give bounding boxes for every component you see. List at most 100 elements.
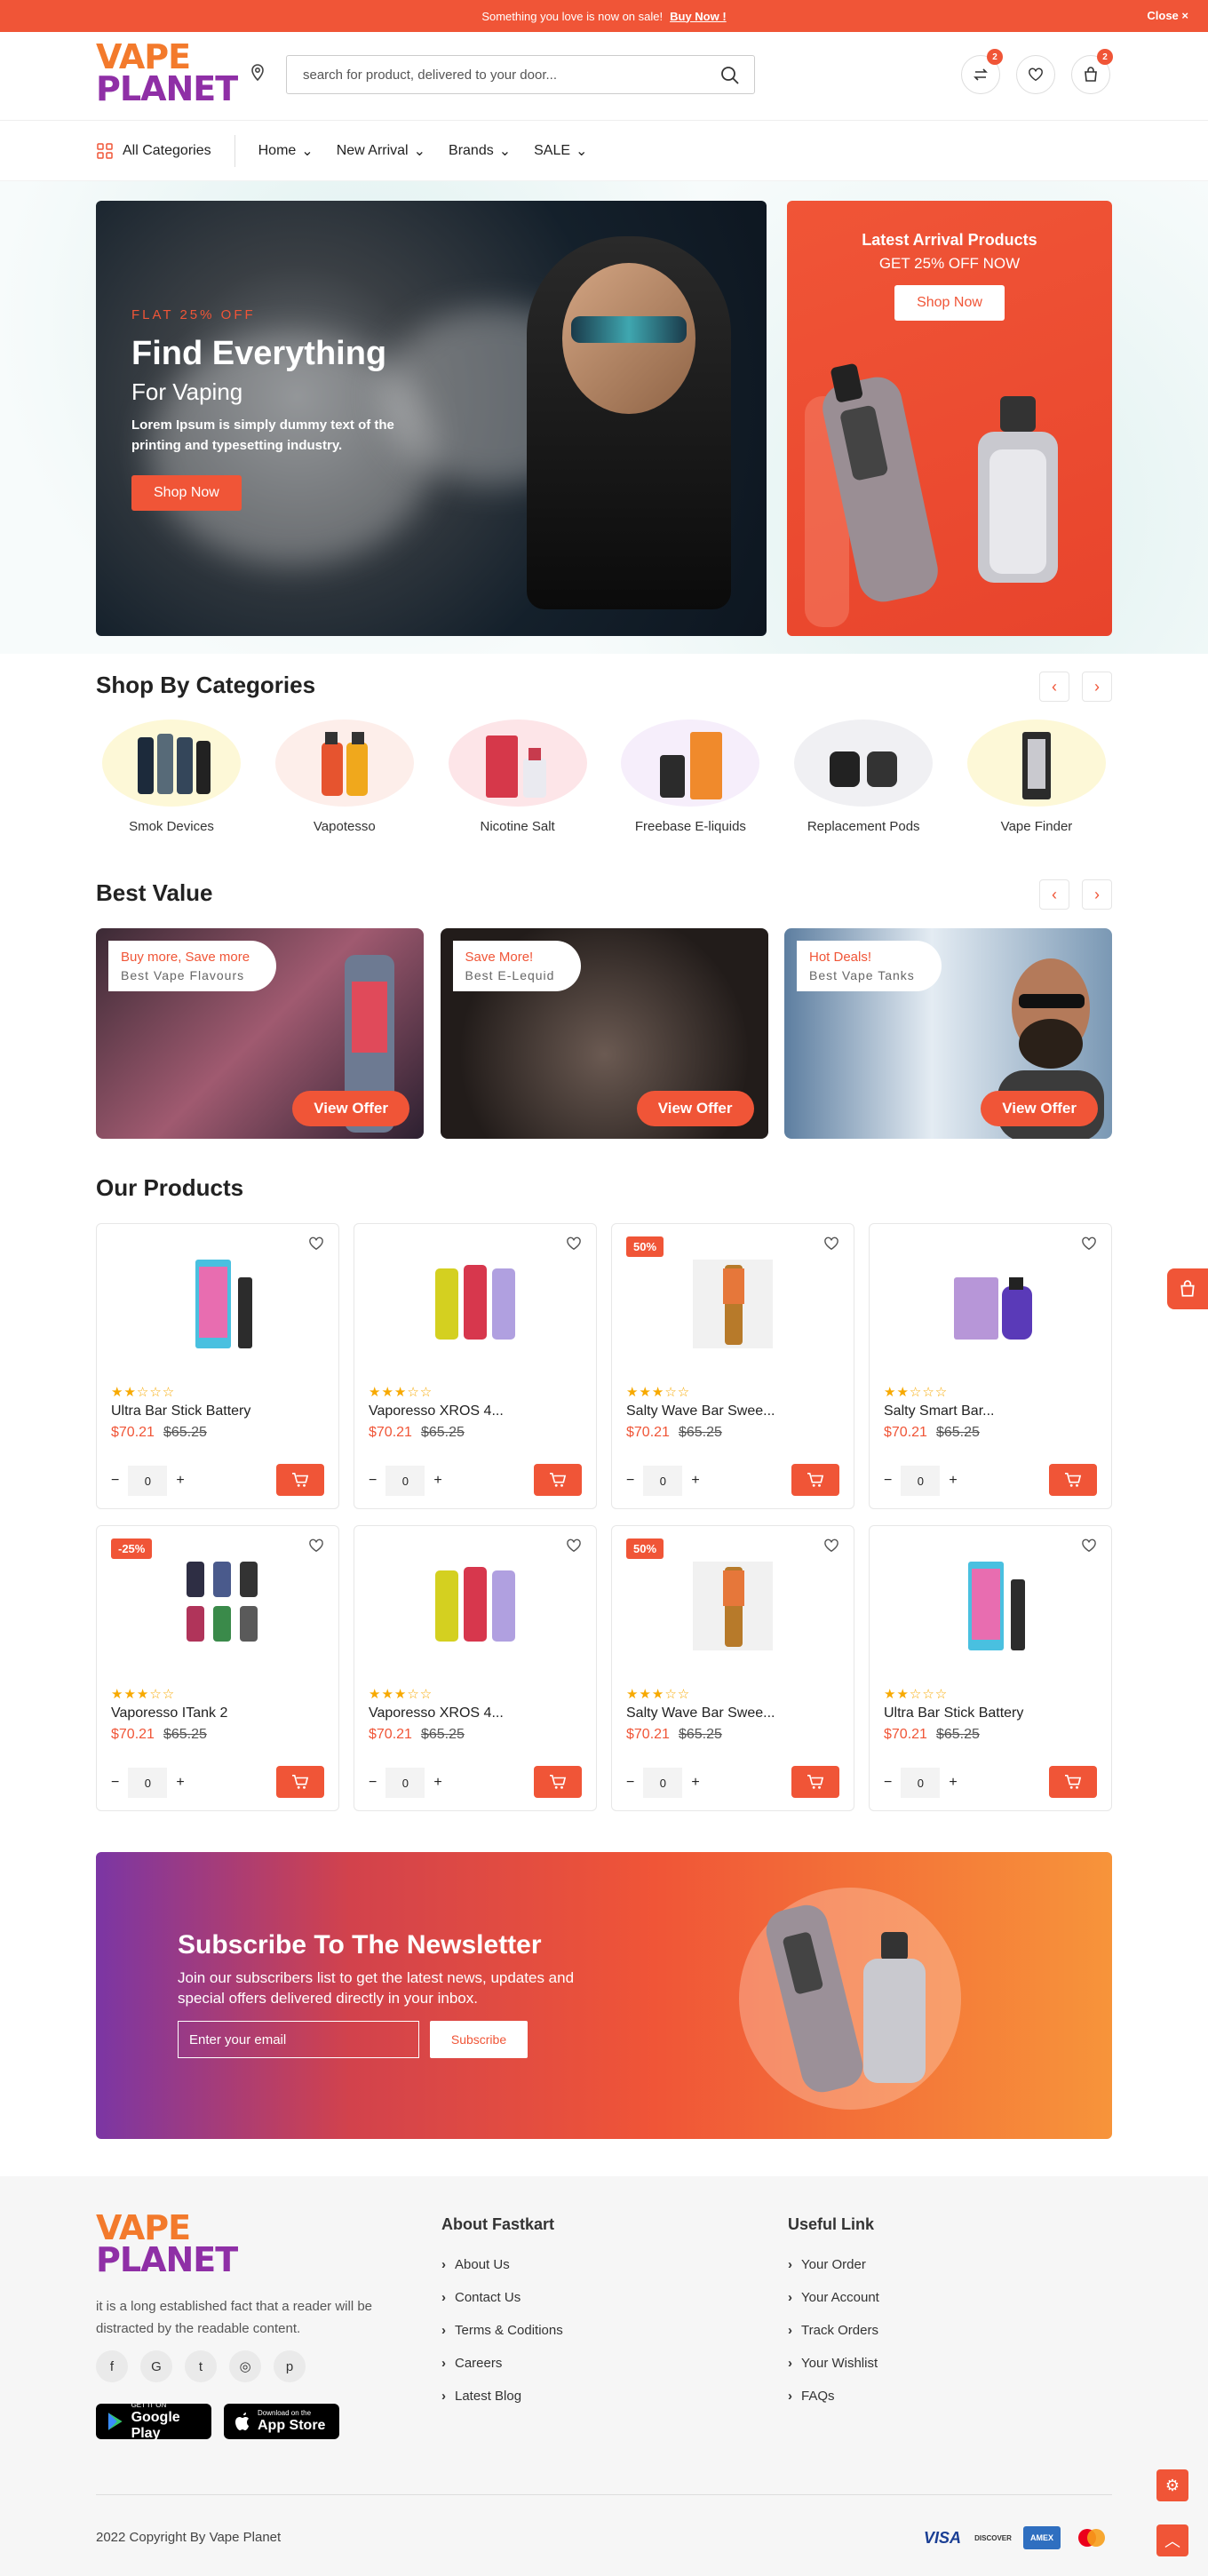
category-item[interactable]: Smok Devices bbox=[96, 720, 247, 834]
footer-link[interactable]: Careers bbox=[441, 2356, 563, 2371]
minus-button[interactable]: − bbox=[884, 1473, 892, 1489]
footer-logo[interactable]: VAPE PLANET bbox=[96, 2211, 238, 2277]
heart-icon[interactable] bbox=[566, 1236, 582, 1251]
settings-button[interactable]: ⚙ bbox=[1156, 2469, 1188, 2501]
instagram-icon[interactable]: ◎ bbox=[229, 2350, 261, 2382]
footer-link[interactable]: Track Orders bbox=[788, 2323, 879, 2338]
minus-button[interactable]: − bbox=[369, 1775, 377, 1791]
add-to-cart-button[interactable] bbox=[1049, 1464, 1097, 1496]
add-to-cart-button[interactable] bbox=[276, 1464, 324, 1496]
app-store-badge[interactable]: Download on the App Store bbox=[224, 2404, 339, 2439]
compare-button[interactable]: 2 bbox=[961, 49, 1003, 94]
floating-cart-button[interactable] bbox=[1167, 1268, 1208, 1309]
add-to-cart-button[interactable] bbox=[534, 1766, 582, 1798]
view-offer-button[interactable]: View Offer bbox=[981, 1091, 1098, 1126]
quantity-value[interactable]: 0 bbox=[128, 1466, 168, 1496]
product-card[interactable]: 50% ★★★☆☆ Salty Wave Bar Swee... $70.21 $65.… bbox=[611, 1525, 854, 1811]
view-offer-button[interactable]: View Offer bbox=[636, 1091, 754, 1126]
product-card[interactable]: ★★☆☆☆ Ultra Bar Stick Battery $70.21 $65.25… bbox=[869, 1525, 1112, 1811]
plus-button[interactable]: + bbox=[176, 1775, 184, 1791]
search-icon[interactable] bbox=[720, 66, 740, 85]
next-arrow-icon[interactable]: › bbox=[1082, 879, 1112, 910]
heart-icon[interactable] bbox=[823, 1236, 839, 1251]
offer-card[interactable]: Save More! Best E-Lequid View Offer bbox=[440, 928, 768, 1139]
location-pin-icon[interactable] bbox=[250, 64, 265, 82]
product-image[interactable] bbox=[369, 1224, 582, 1384]
quantity-value[interactable]: 0 bbox=[901, 1466, 941, 1496]
quantity-value[interactable]: 0 bbox=[643, 1768, 683, 1798]
product-name[interactable]: Salty Smart Bar... bbox=[884, 1403, 1097, 1419]
heart-icon[interactable] bbox=[308, 1538, 324, 1553]
google-play-badge[interactable]: GET IT ON Google Play bbox=[96, 2401, 211, 2441]
footer-link[interactable]: Terms & Coditions bbox=[441, 2323, 563, 2338]
product-card[interactable]: 50% ★★★☆☆ Salty Wave Bar Swee... $70.21 $65.… bbox=[611, 1223, 854, 1509]
prev-arrow-icon[interactable]: ‹ bbox=[1039, 672, 1069, 702]
minus-button[interactable]: − bbox=[884, 1775, 892, 1791]
nav-item-brands[interactable]: Brands ⌄ bbox=[449, 142, 511, 160]
minus-button[interactable]: − bbox=[369, 1473, 377, 1489]
category-item[interactable]: Vapotesso bbox=[269, 720, 420, 834]
product-image[interactable] bbox=[884, 1526, 1097, 1686]
facebook-icon[interactable]: f bbox=[96, 2350, 128, 2382]
heart-icon[interactable] bbox=[1081, 1538, 1097, 1553]
category-item[interactable]: Replacement Pods bbox=[788, 720, 939, 834]
close-promo-button[interactable]: Close × bbox=[1147, 9, 1188, 22]
nav-item-sale[interactable]: SALE ⌄ bbox=[534, 142, 587, 160]
plus-button[interactable]: + bbox=[691, 1775, 699, 1791]
product-name[interactable]: Ultra Bar Stick Battery bbox=[111, 1403, 324, 1419]
plus-button[interactable]: + bbox=[176, 1473, 184, 1489]
product-name[interactable]: Vaporesso ITank 2 bbox=[111, 1705, 324, 1721]
offer-card[interactable]: Hot Deals! Best Vape Tanks View Offer bbox=[784, 928, 1112, 1139]
minus-button[interactable]: − bbox=[626, 1775, 634, 1791]
add-to-cart-button[interactable] bbox=[1049, 1766, 1097, 1798]
heart-icon[interactable] bbox=[1081, 1236, 1097, 1251]
product-name[interactable]: Vaporesso XROS 4... bbox=[369, 1403, 582, 1419]
wishlist-button[interactable] bbox=[1016, 55, 1055, 94]
buy-now-link[interactable]: Buy Now ! bbox=[670, 10, 727, 23]
nav-item-new-arrival[interactable]: New Arrival ⌄ bbox=[337, 142, 425, 160]
email-field[interactable]: Enter your email bbox=[178, 2021, 419, 2058]
plus-button[interactable]: + bbox=[433, 1473, 441, 1489]
product-image[interactable] bbox=[369, 1526, 582, 1686]
minus-button[interactable]: − bbox=[111, 1473, 119, 1489]
footer-link[interactable]: Your Account bbox=[788, 2290, 879, 2305]
add-to-cart-button[interactable] bbox=[791, 1464, 839, 1496]
footer-link[interactable]: About Us bbox=[441, 2257, 563, 2272]
category-item[interactable]: Vape Finder bbox=[961, 720, 1112, 834]
quantity-value[interactable]: 0 bbox=[385, 1768, 425, 1798]
product-card[interactable]: -25% ★★★☆☆ Vaporesso ITank 2 $70.21 $65.25 −0… bbox=[96, 1525, 339, 1811]
product-name[interactable]: Salty Wave Bar Swee... bbox=[626, 1705, 839, 1721]
plus-button[interactable]: + bbox=[949, 1473, 957, 1489]
all-categories-button[interactable]: All Categories bbox=[96, 134, 235, 167]
minus-button[interactable]: − bbox=[111, 1775, 119, 1791]
logo[interactable]: VAPE PLANET bbox=[96, 40, 238, 106]
hero-shop-now-button[interactable]: Shop Now bbox=[131, 475, 242, 511]
offer-card[interactable]: Buy more, Save more Best Vape Flavours V… bbox=[96, 928, 424, 1139]
quantity-value[interactable]: 0 bbox=[385, 1466, 425, 1496]
plus-button[interactable]: + bbox=[433, 1775, 441, 1791]
search-input[interactable]: search for product, delivered to your do… bbox=[286, 55, 755, 94]
product-name[interactable]: Salty Wave Bar Swee... bbox=[626, 1403, 839, 1419]
quantity-value[interactable]: 0 bbox=[128, 1768, 168, 1798]
footer-link[interactable]: Your Order bbox=[788, 2257, 879, 2272]
add-to-cart-button[interactable] bbox=[791, 1766, 839, 1798]
plus-button[interactable]: + bbox=[691, 1473, 699, 1489]
scroll-top-button[interactable]: ︿ bbox=[1156, 2524, 1188, 2556]
product-card[interactable]: ★★★☆☆ Vaporesso XROS 4... $70.21 $65.25 −0 + bbox=[354, 1223, 597, 1509]
quantity-value[interactable]: 0 bbox=[643, 1466, 683, 1496]
plus-button[interactable]: + bbox=[949, 1775, 957, 1791]
cart-button[interactable]: 2 bbox=[1071, 49, 1113, 94]
twitter-icon[interactable]: t bbox=[185, 2350, 217, 2382]
product-card[interactable]: ★★☆☆☆ Salty Smart Bar... $70.21 $65.25 −0 + bbox=[869, 1223, 1112, 1509]
heart-icon[interactable] bbox=[823, 1538, 839, 1553]
product-name[interactable]: Vaporesso XROS 4... bbox=[369, 1705, 582, 1721]
prev-arrow-icon[interactable]: ‹ bbox=[1039, 879, 1069, 910]
view-offer-button[interactable]: View Offer bbox=[292, 1091, 409, 1126]
footer-link[interactable]: FAQs bbox=[788, 2389, 879, 2404]
product-card[interactable]: ★★☆☆☆ Ultra Bar Stick Battery $70.21 $65.25… bbox=[96, 1223, 339, 1509]
next-arrow-icon[interactable]: › bbox=[1082, 672, 1112, 702]
product-name[interactable]: Ultra Bar Stick Battery bbox=[884, 1705, 1097, 1721]
nav-item-home[interactable]: Home ⌄ bbox=[258, 142, 314, 160]
category-item[interactable]: Nicotine Salt bbox=[442, 720, 593, 834]
minus-button[interactable]: − bbox=[626, 1473, 634, 1489]
